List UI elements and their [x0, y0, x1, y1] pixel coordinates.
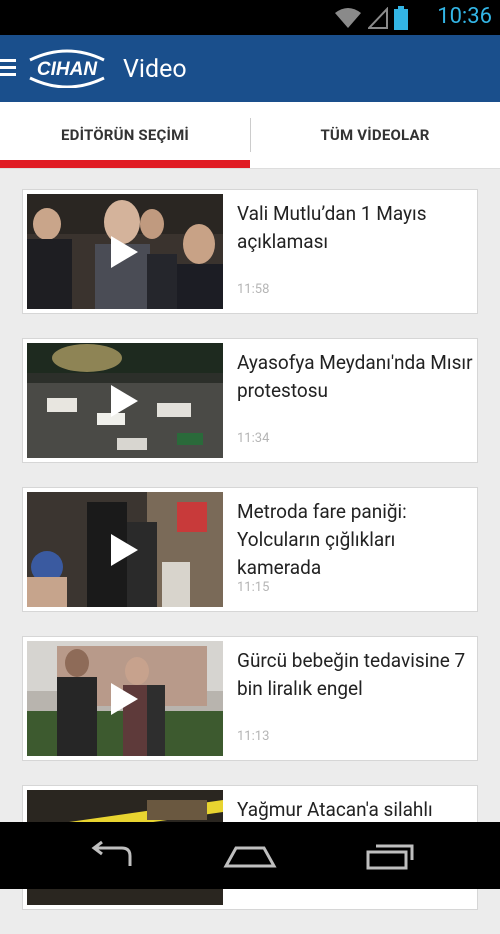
video-time: 11:13: [237, 729, 270, 744]
video-title: Yağmur Atacan'a silahlı: [237, 798, 433, 821]
video-item[interactable]: Gürcü bebeğin tedavisine 7 bin liralık e…: [22, 636, 478, 761]
tab-label: EDİTÖRÜN SEÇİMİ: [61, 126, 189, 144]
status-bar: 10:36: [0, 0, 500, 35]
tab-bar: EDİTÖRÜN SEÇİMİ TÜM VİDEOLAR: [0, 102, 500, 169]
video-title: Metroda fare paniği: Yolcuların çığlıkla…: [237, 500, 407, 579]
video-time: 11:15: [237, 580, 270, 595]
wifi-icon: [335, 8, 361, 28]
tab-selected-indicator: [0, 160, 250, 168]
app-title: Video: [123, 55, 187, 84]
video-thumbnail: [27, 194, 223, 309]
video-item[interactable]: Metroda fare paniği: Yolcuların çığlıkla…: [22, 487, 478, 612]
battery-icon: [394, 6, 408, 30]
video-title: Gürcü bebeğin tedavisine 7 bin liralık e…: [237, 649, 466, 700]
tab-divider: [250, 118, 251, 152]
logo-text: CIHAN: [37, 59, 98, 80]
video-time: 11:34: [237, 431, 270, 446]
clock: 10:36: [437, 4, 492, 29]
video-title: Ayasofya Meydanı'nda Mısır protestosu: [237, 351, 473, 402]
play-icon: [111, 385, 138, 417]
video-thumbnail: [27, 641, 223, 756]
system-nav-bar: [0, 822, 500, 889]
app-bar: CIHAN Video: [0, 35, 500, 102]
video-item[interactable]: Vali Mutlu’dan 1 Mayıs açıklaması 11:58: [22, 189, 478, 314]
video-thumbnail: [27, 492, 223, 607]
cihan-logo[interactable]: CIHAN: [22, 48, 112, 89]
play-icon: [111, 236, 138, 268]
video-item[interactable]: Ayasofya Meydanı'nda Mısır protestosu 11…: [22, 338, 478, 463]
cell-signal-icon: [368, 7, 388, 29]
back-icon[interactable]: [84, 840, 140, 872]
tab-all-videos[interactable]: TÜM VİDEOLAR: [250, 102, 500, 168]
play-icon: [111, 683, 138, 715]
recents-icon[interactable]: [362, 840, 418, 872]
video-time: 11:58: [237, 282, 270, 297]
menu-icon[interactable]: [0, 59, 16, 77]
play-icon: [111, 534, 138, 566]
status-icons: [334, 6, 408, 30]
home-icon[interactable]: [222, 840, 278, 872]
video-title: Vali Mutlu’dan 1 Mayıs açıklaması: [237, 202, 427, 253]
tab-label: TÜM VİDEOLAR: [320, 126, 430, 144]
video-thumbnail: [27, 343, 223, 458]
tab-editors-pick[interactable]: EDİTÖRÜN SEÇİMİ: [0, 102, 250, 168]
